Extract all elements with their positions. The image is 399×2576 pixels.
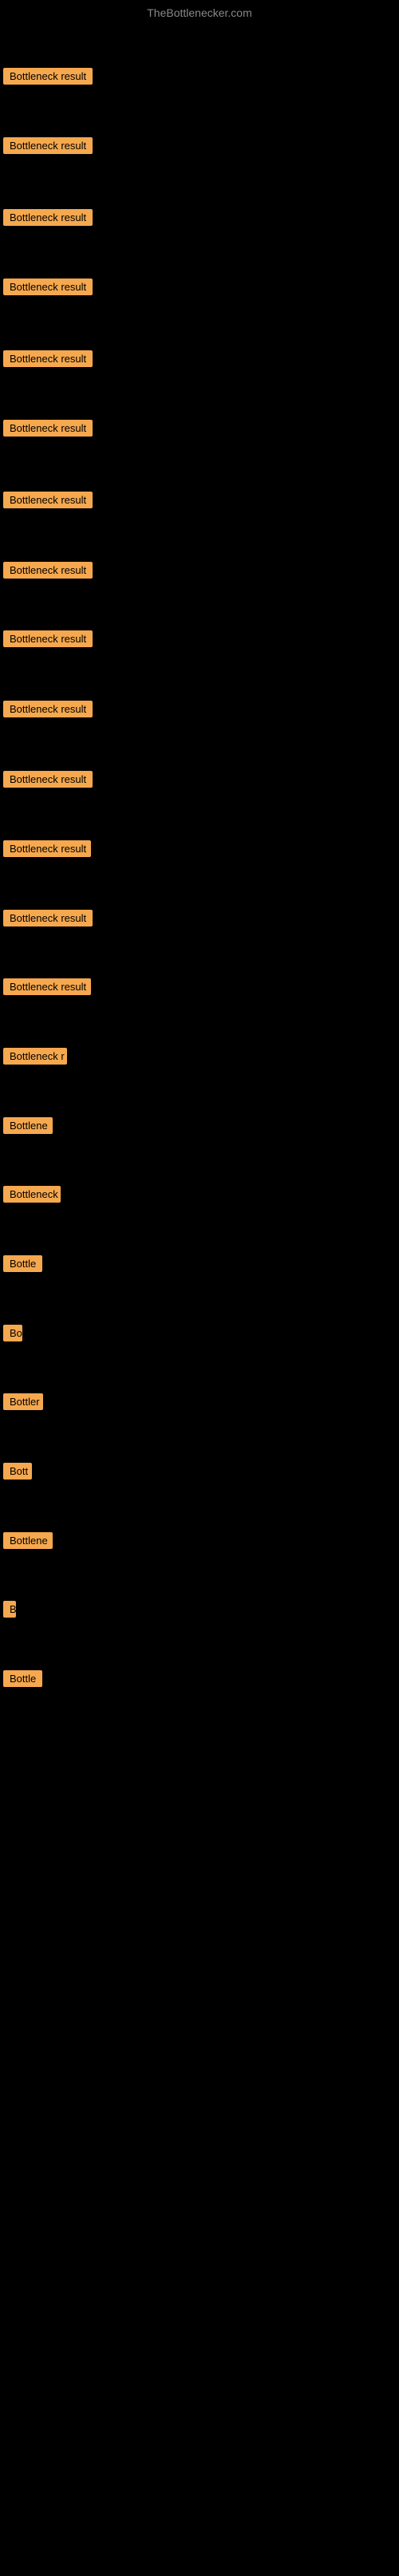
bottleneck-badge-23[interactable]: B: [3, 1601, 16, 1618]
bottleneck-badge-6[interactable]: Bottleneck result: [3, 420, 93, 437]
bottleneck-badge-24[interactable]: Bottle: [3, 1670, 42, 1687]
bottleneck-badge-row-15: Bottleneck r: [3, 1048, 67, 1069]
bottleneck-badge-row-13: Bottleneck result: [3, 910, 93, 930]
bottleneck-badge-row-2: Bottleneck result: [3, 137, 93, 158]
bottleneck-badge-17[interactable]: Bottleneck: [3, 1186, 61, 1203]
bottleneck-badge-9[interactable]: Bottleneck result: [3, 630, 93, 647]
bottleneck-badge-3[interactable]: Bottleneck result: [3, 209, 93, 226]
site-title: TheBottlenecker.com: [0, 0, 399, 22]
bottleneck-badge-row-8: Bottleneck result: [3, 562, 93, 583]
bottleneck-badge-1[interactable]: Bottleneck result: [3, 68, 93, 85]
bottleneck-badge-11[interactable]: Bottleneck result: [3, 771, 93, 788]
bottleneck-badge-7[interactable]: Bottleneck result: [3, 492, 93, 508]
bottleneck-badge-14[interactable]: Bottleneck result: [3, 978, 91, 995]
bottleneck-badge-row-21: Bott: [3, 1463, 32, 1484]
bottleneck-badge-row-9: Bottleneck result: [3, 630, 93, 651]
bottleneck-badge-10[interactable]: Bottleneck result: [3, 701, 93, 717]
bottleneck-badge-2[interactable]: Bottleneck result: [3, 137, 93, 154]
bottleneck-badge-4[interactable]: Bottleneck result: [3, 279, 93, 295]
bottleneck-badge-row-19: Bo: [3, 1325, 22, 1345]
bottleneck-badge-20[interactable]: Bottler: [3, 1393, 43, 1410]
bottleneck-badge-13[interactable]: Bottleneck result: [3, 910, 93, 926]
bottleneck-badge-16[interactable]: Bottlene: [3, 1117, 53, 1134]
bottleneck-badge-row-6: Bottleneck result: [3, 420, 93, 441]
bottleneck-badge-row-17: Bottleneck: [3, 1186, 61, 1207]
bottleneck-badge-row-4: Bottleneck result: [3, 279, 93, 299]
bottleneck-badge-row-23: B: [3, 1601, 16, 1622]
bottleneck-badge-row-3: Bottleneck result: [3, 209, 93, 230]
bottleneck-badge-row-1: Bottleneck result: [3, 68, 93, 89]
bottleneck-badge-21[interactable]: Bott: [3, 1463, 32, 1480]
bottleneck-badge-12[interactable]: Bottleneck result: [3, 840, 91, 857]
bottleneck-badge-8[interactable]: Bottleneck result: [3, 562, 93, 579]
bottleneck-badge-15[interactable]: Bottleneck r: [3, 1048, 67, 1065]
bottleneck-badge-row-12: Bottleneck result: [3, 840, 91, 861]
bottleneck-badge-row-5: Bottleneck result: [3, 350, 93, 371]
bottleneck-badge-18[interactable]: Bottle: [3, 1255, 42, 1272]
bottleneck-badge-19[interactable]: Bo: [3, 1325, 22, 1341]
bottleneck-badge-row-22: Bottlene: [3, 1532, 53, 1553]
bottleneck-badge-row-24: Bottle: [3, 1670, 42, 1691]
bottleneck-badge-row-20: Bottler: [3, 1393, 43, 1414]
bottleneck-badge-row-10: Bottleneck result: [3, 701, 93, 721]
bottleneck-badge-22[interactable]: Bottlene: [3, 1532, 53, 1549]
bottleneck-badge-row-11: Bottleneck result: [3, 771, 93, 792]
bottleneck-badge-row-14: Bottleneck result: [3, 978, 91, 999]
bottleneck-badge-row-16: Bottlene: [3, 1117, 53, 1138]
bottleneck-badge-row-7: Bottleneck result: [3, 492, 93, 512]
bottleneck-badge-5[interactable]: Bottleneck result: [3, 350, 93, 367]
bottleneck-badge-row-18: Bottle: [3, 1255, 42, 1276]
